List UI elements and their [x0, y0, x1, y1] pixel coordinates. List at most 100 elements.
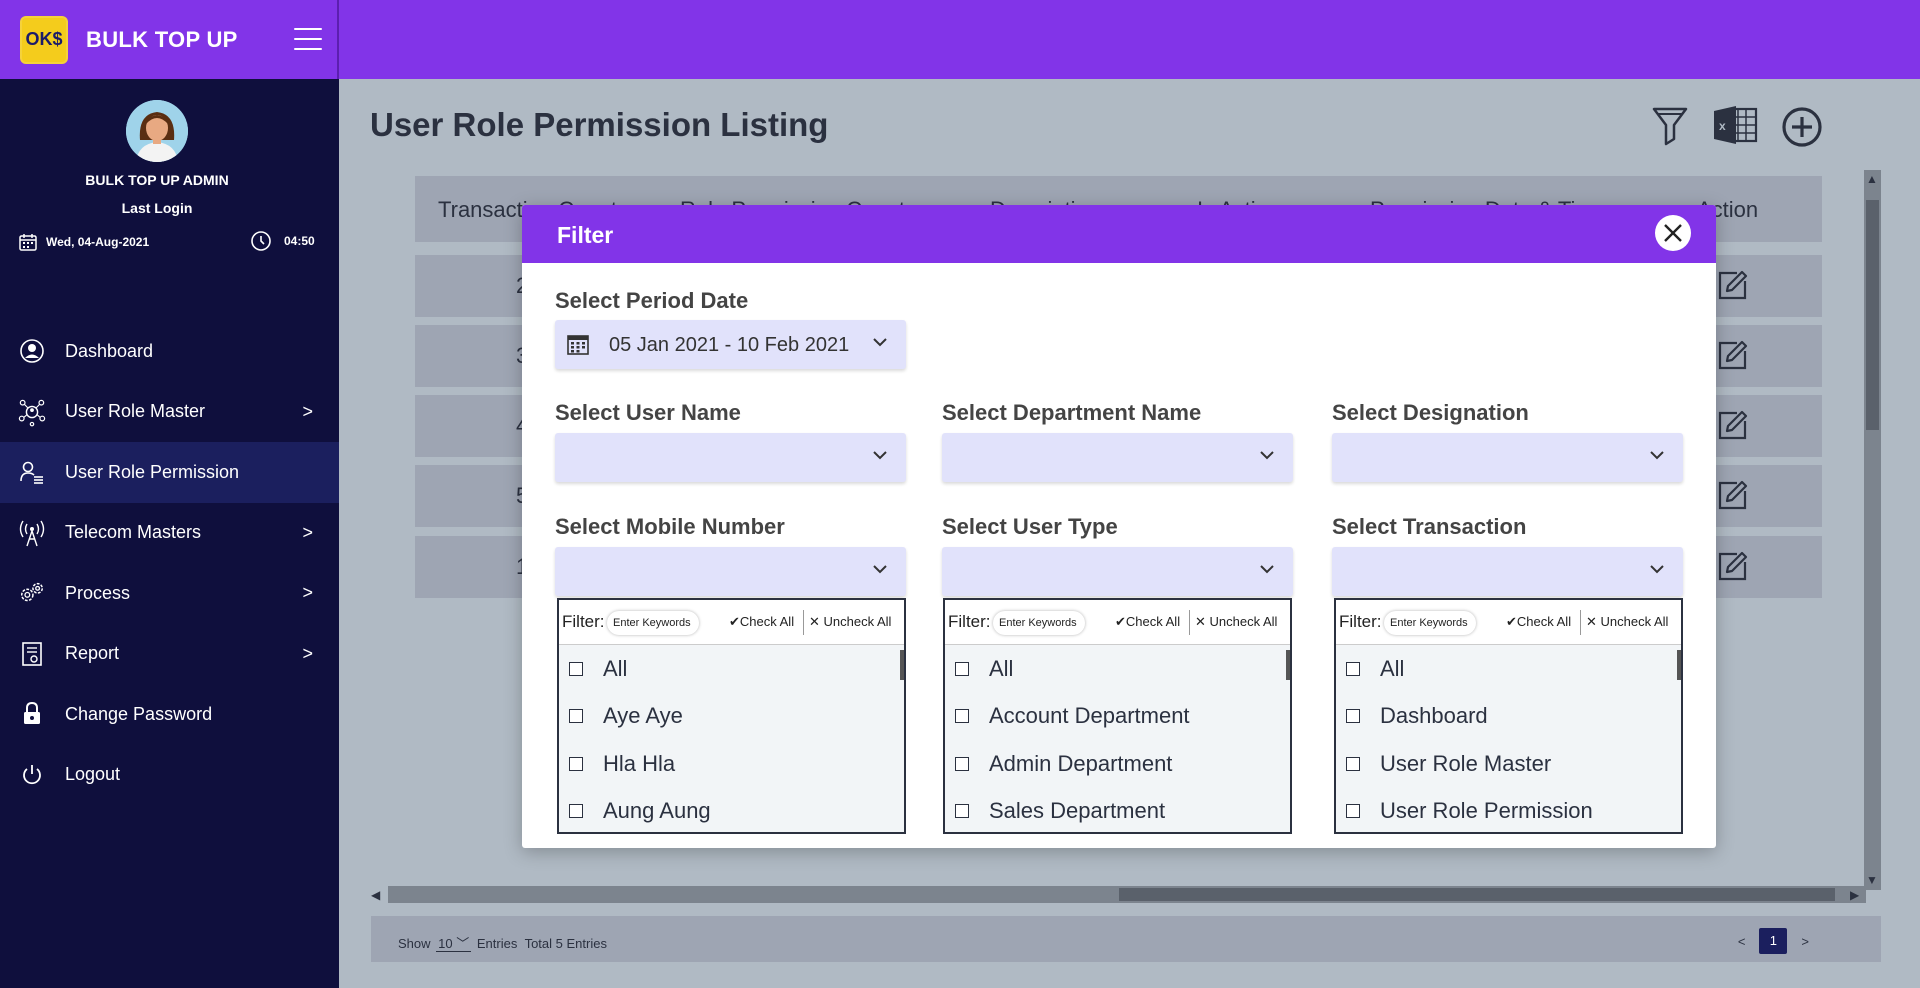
option-label: Dashboard — [1380, 703, 1488, 729]
user-name-label: Select User Name — [555, 400, 741, 425]
sidebar-item-process[interactable]: Process > — [0, 563, 339, 624]
sidebar-item-logout[interactable]: Logout — [0, 745, 339, 806]
checkbox[interactable] — [1346, 804, 1360, 819]
option-label: Admin Department — [989, 750, 1173, 776]
page-1-button[interactable]: 1 — [1759, 928, 1788, 954]
vertical-scroll-thumb[interactable] — [1866, 200, 1879, 430]
list-item[interactable]: All — [559, 645, 904, 693]
sidebar-item-label: Telecom Masters — [65, 522, 202, 543]
list-scrollbar[interactable] — [1677, 650, 1681, 680]
keyword-search-input[interactable] — [993, 611, 1085, 635]
checkbox[interactable] — [569, 709, 583, 724]
vertical-scrollbar[interactable] — [1864, 170, 1881, 890]
login-time: 04:50 — [250, 230, 315, 252]
list-item[interactable]: All — [945, 645, 1290, 693]
add-icon[interactable] — [1781, 106, 1823, 153]
department-select[interactable] — [942, 433, 1293, 482]
edit-icon[interactable] — [1715, 339, 1749, 378]
sidebar-item-user-role-master[interactable]: User Role Master > — [0, 382, 339, 443]
list-scrollbar[interactable] — [1286, 650, 1290, 680]
checkbox[interactable] — [1346, 661, 1360, 676]
department-label: Select Department Name — [942, 400, 1202, 425]
checkbox[interactable] — [955, 661, 969, 676]
sidebar-item-user-role-permission[interactable]: User Role Permission — [0, 442, 339, 503]
sidebar-item-telecom-masters[interactable]: Telecom Masters > — [0, 503, 339, 564]
list-item[interactable]: Admin Department — [945, 740, 1290, 788]
filter-modal: Filter Select Period Date 05 Jan 2021 - … — [522, 205, 1716, 848]
user-type-select[interactable] — [942, 547, 1293, 596]
check-all-button[interactable]: ✔Check All — [1115, 614, 1180, 630]
checkbox[interactable] — [569, 661, 583, 676]
checkbox[interactable] — [955, 709, 969, 724]
option-list: All Dashboard User Role Master User Role… — [1336, 645, 1681, 835]
list-item[interactable]: Hla Hla — [559, 740, 904, 788]
scroll-down-arrow-icon[interactable]: ▼ — [1866, 873, 1878, 887]
chevron-down-icon — [1260, 565, 1274, 574]
edit-icon[interactable] — [1715, 550, 1749, 589]
scroll-right-arrow-icon[interactable]: ▶ — [1850, 888, 1859, 902]
uncheck-all-button[interactable]: ✕ Uncheck All — [1586, 614, 1668, 630]
checkbox[interactable] — [955, 756, 969, 771]
checkbox[interactable] — [955, 804, 969, 819]
clock-icon — [251, 231, 271, 251]
list-item[interactable]: Dashboard — [1336, 693, 1681, 741]
uncheck-all-button[interactable]: ✕ Uncheck All — [809, 614, 891, 630]
keyword-search-input[interactable] — [607, 611, 699, 635]
check-all-button[interactable]: ✔Check All — [1506, 614, 1571, 630]
list-item[interactable]: Aye Aye — [559, 693, 904, 741]
mobile-number-select[interactable] — [555, 547, 906, 596]
prev-page-button[interactable]: < — [1738, 934, 1746, 949]
page-size-select[interactable]: 10 ﹀ — [436, 936, 472, 952]
close-button[interactable] — [1655, 215, 1691, 251]
divider — [1189, 610, 1190, 635]
page-title: User Role Permission Listing — [370, 106, 829, 143]
filter-label: Filter: — [562, 612, 605, 631]
sidebar-item-change-password[interactable]: Change Password — [0, 684, 339, 745]
list-item[interactable]: Sales Department — [945, 788, 1290, 836]
list-item[interactable]: Aung Aung — [559, 788, 904, 836]
divider — [803, 610, 804, 635]
edit-icon[interactable] — [1715, 409, 1749, 448]
next-page-button[interactable]: > — [1801, 934, 1809, 949]
uncheck-all-button[interactable]: ✕ Uncheck All — [1195, 614, 1277, 630]
option-label: Aye Aye — [603, 703, 683, 729]
list-item[interactable]: User Role Master — [1336, 740, 1681, 788]
option-label: Aung Aung — [603, 798, 711, 824]
keyword-search-input[interactable] — [1384, 611, 1476, 635]
horizontal-scrollbar[interactable] — [388, 886, 1866, 903]
designation-select[interactable] — [1332, 433, 1683, 482]
hamburger-menu-icon[interactable] — [294, 28, 322, 50]
list-scrollbar[interactable] — [900, 650, 904, 680]
excel-export-icon[interactable]: x — [1712, 105, 1758, 150]
option-list: All Aye Aye Hla Hla Aung Aung — [559, 645, 904, 835]
option-list: All Account Department Admin Department … — [945, 645, 1290, 835]
edit-icon[interactable] — [1715, 269, 1749, 308]
scroll-up-arrow-icon[interactable]: ▲ — [1866, 172, 1878, 186]
checkbox[interactable] — [569, 756, 583, 771]
checkbox[interactable] — [1346, 756, 1360, 771]
chevron-down-icon — [873, 451, 887, 460]
sidebar-item-dashboard[interactable]: Dashboard — [0, 321, 339, 382]
sidebar-item-report[interactable]: Report > — [0, 624, 339, 685]
checkbox[interactable] — [569, 804, 583, 819]
option-label: User Role Permission — [1380, 798, 1593, 824]
lock-icon — [18, 700, 46, 728]
page-size-value: 10 — [438, 936, 453, 951]
check-all-button[interactable]: ✔Check All — [729, 614, 794, 630]
filter-icon[interactable] — [1652, 106, 1688, 151]
page-size-control: Show 10 ﹀ Entries Total 5 Entries — [398, 933, 607, 952]
transaction-select[interactable] — [1332, 547, 1683, 596]
list-item[interactable]: User Role Permission — [1336, 788, 1681, 836]
edit-icon[interactable] — [1715, 479, 1749, 518]
period-date-picker[interactable]: 05 Jan 2021 - 10 Feb 2021 — [555, 320, 906, 369]
scroll-left-arrow-icon[interactable]: ◀ — [371, 888, 380, 902]
period-date-label: Select Period Date — [555, 288, 749, 313]
list-item[interactable]: Account Department — [945, 693, 1290, 741]
user-type-dropdown: Filter: ✔Check All ✕ Uncheck All All Acc… — [943, 598, 1292, 834]
user-name-select[interactable] — [555, 433, 906, 482]
checkbox[interactable] — [1346, 709, 1360, 724]
list-item[interactable]: All — [1336, 645, 1681, 693]
sidebar-item-label: User Role Permission — [65, 461, 240, 482]
horizontal-scroll-thumb[interactable] — [1119, 888, 1835, 901]
sidebar-item-label: Dashboard — [65, 340, 154, 361]
